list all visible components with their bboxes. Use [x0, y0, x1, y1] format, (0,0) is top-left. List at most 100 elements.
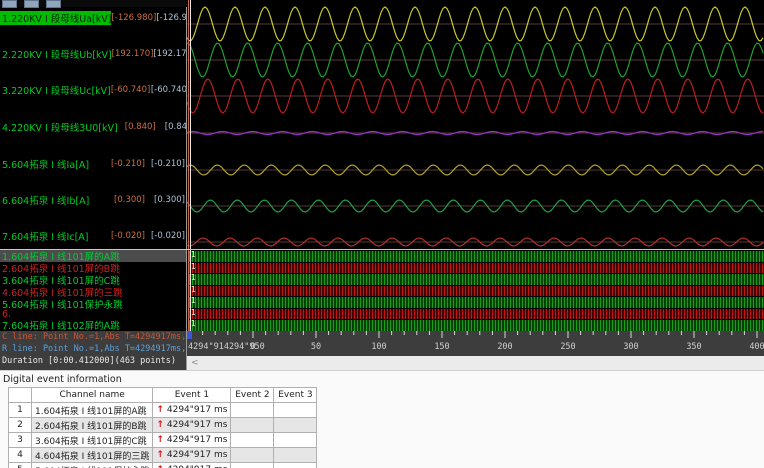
event3-cell	[273, 447, 318, 463]
channel-label[interactable]: 2.220KV I 段母线Ub[kV]	[0, 47, 112, 61]
digital-trace[interactable]: 1	[189, 250, 764, 262]
channel-label[interactable]: 4.220KV I 段母线3U0[kV]	[0, 120, 118, 134]
row-number: 5	[8, 462, 32, 468]
toolbar-button-2[interactable]	[24, 0, 40, 8]
rising-edge-icon: ↑	[156, 450, 164, 460]
digital-trace[interactable]: 1	[189, 319, 764, 331]
r-cursor-value: [0.300]	[154, 194, 185, 205]
ruler-time-label: 200	[497, 342, 512, 352]
ruler-time-label: 50	[311, 342, 321, 352]
oscillogram-panel: 1.220KV I 段母线Ua[kV][-126.980][-126.980] 2…	[0, 0, 764, 370]
c-cursor-line[interactable]	[188, 0, 189, 331]
event-time: 4294"917 ms	[166, 435, 228, 445]
event2-cell	[230, 402, 275, 418]
channel-label[interactable]: 6.604拓泉 I 线Ib[A]	[0, 193, 89, 207]
event2-cell	[230, 417, 275, 433]
table-row[interactable]: 55.604拓泉 I 线101保护永跳↑4294"917 ms	[8, 462, 318, 468]
analog-channel-row[interactable]: 6.604拓泉 I 线Ib[A] [0.300] [0.300]	[0, 193, 186, 207]
r-cursor-value: [0.840]	[164, 121, 187, 132]
c-cursor-value: [-60.740]	[110, 84, 151, 95]
analog-channel-row[interactable]: 4.220KV I 段母线3U0[kV] [0.840] [0.840]	[0, 120, 187, 134]
digital-channel-label[interactable]: 1.604拓泉 I 线101屏的A跳	[0, 250, 186, 262]
channel-label[interactable]: 5.604拓泉 I 线Ia[A]	[0, 157, 89, 171]
channel-name-cell: 4.604拓泉 I 线101屏的三跳	[30, 447, 154, 463]
event3-cell	[273, 432, 318, 448]
table-body: 1 1.604拓泉 I 线101屏的A跳 ↑ 4294"917 ms 2 2.604拓泉 …	[8, 402, 318, 468]
table-row[interactable]: 3 3.604拓泉 I 线101屏的C跳 ↑ 4294"917 ms	[8, 432, 318, 448]
analog-channel-row[interactable]: 5.604拓泉 I 线Ia[A] [-0.210] [-0.210]	[0, 157, 186, 171]
event-time: 4294"917 ms	[166, 450, 228, 460]
event1-cell: ↑4294"917 ms	[152, 432, 232, 448]
row-number: 4	[8, 447, 32, 463]
ruler-time-label: 300	[623, 342, 638, 352]
waveform-viewer-window: 1.220KV I 段母线Ua[kV][-126.980][-126.980] 2…	[0, 0, 764, 468]
digital-channel-label[interactable]: 4.604拓泉 I 线101屏的三跳	[0, 286, 186, 298]
ruler-time-label: 400	[749, 342, 764, 352]
digital-channel-label[interactable]: 5.604拓泉 I 线101保护永跳	[0, 298, 186, 310]
row-number-header	[8, 387, 32, 403]
digital-channel-label[interactable]: 6.	[0, 310, 186, 319]
r-cursor-line[interactable]	[190, 0, 191, 331]
digital-state-value: 1	[191, 319, 196, 329]
event-time: 4294"917 ms	[166, 420, 228, 430]
analog-channel-row[interactable]: 2.220KV I 段母线Ub[kV][192.170][192.170]	[0, 47, 187, 61]
analog-digital-separator	[0, 249, 764, 250]
digital-trace[interactable]: 1	[189, 296, 764, 308]
digital-trace[interactable]: 1	[189, 307, 764, 320]
event1-cell: ↑4294"917 ms	[152, 402, 232, 418]
time-ruler-ticks: 4294"914294"9500 50 100 150 200 250 300 350 400	[188, 331, 764, 352]
table-row[interactable]: 1 1.604拓泉 I 线101屏的A跳 ↑ 4294"917 ms	[8, 402, 318, 418]
event1-cell: ↑4294"917 ms	[152, 447, 232, 463]
toolbar-button-1[interactable]	[2, 0, 17, 8]
event1-cell: ↑4294"917 ms	[152, 462, 232, 468]
event2-cell	[230, 447, 275, 463]
ruler-time-label: 250	[560, 342, 575, 352]
channel-name-cell: 5.604拓泉 I 线101保护永跳	[30, 462, 154, 468]
channel-name-cell: 3.604拓泉 I 线101屏的C跳	[30, 432, 154, 448]
digital-trace[interactable]: 1	[189, 273, 764, 285]
digital-event-table: Channel name Event 1 Event 2 Event 3 1 1.604…	[8, 387, 318, 468]
column-header: Event 2	[230, 387, 275, 403]
scroll-left-arrow-icon[interactable]: <	[191, 358, 199, 368]
r-cursor-value: [192.170]	[153, 48, 187, 59]
analog-channel-row[interactable]: 3.220KV I 段母线Uc[kV] [-60.740] [-60.740]	[0, 83, 186, 97]
channel-label[interactable]: 7.604拓泉 I 线Ic[A]	[0, 229, 88, 243]
event-time: 4294"917 ms	[166, 405, 228, 415]
r-cursor-value: [-126.980]	[156, 12, 187, 23]
digital-state-value: 1	[191, 307, 196, 317]
duration-status: Duration [0:00.412000](463 points)	[2, 356, 176, 366]
digital-channel-label[interactable]: 7.604拓泉 I 线102屏的A跳	[0, 319, 186, 331]
event3-cell	[273, 402, 318, 418]
rising-edge-icon: ↑	[156, 405, 164, 415]
table-header: Channel name Event 1 Event 2 Event 3	[8, 387, 318, 403]
time-ruler[interactable]: 4294"914294"950 0 50 100 150 200 250 300 350 400	[187, 331, 764, 356]
row-number: 1	[8, 402, 32, 418]
table-row[interactable]: 2 2.604拓泉 I 线101屏的B跳 ↑ 4294"917 ms	[8, 417, 318, 433]
c-cursor-value: [0.840]	[124, 121, 156, 132]
event1-cell: ↑4294"917 ms	[152, 417, 232, 433]
channel-label[interactable]: 3.220KV I 段母线Uc[kV]	[0, 83, 111, 97]
c-cursor-value: [-126.980]	[111, 12, 157, 23]
analog-channel-row[interactable]: 7.604拓泉 I 线Ic[A] [-0.020] [-0.020]	[0, 229, 186, 243]
digital-state-value: 1	[191, 284, 196, 294]
cursor-position-marker[interactable]	[187, 331, 192, 339]
table-row[interactable]: 4 4.604拓泉 I 线101屏的三跳 ↑ 4294"917 ms	[8, 447, 318, 463]
digital-trace[interactable]: 1	[189, 284, 764, 297]
ruler-time-label: 100	[371, 342, 386, 352]
waveform-plot-area[interactable]: 1111111 4294"914294"950 0 50 100 150 200 250 30…	[187, 0, 764, 370]
digital-traces[interactable]: 1111111	[187, 250, 764, 331]
toolbar-button-3[interactable]	[46, 0, 62, 8]
analog-channel-row[interactable]: 1.220KV I 段母线Ua[kV][-126.980][-126.980]	[0, 10, 187, 25]
horizontal-scrollbar[interactable]: <	[187, 356, 764, 370]
c-cursor-status: C line: Point No.=1,Abs T=4294917ms, Rel…	[2, 332, 186, 342]
digital-channel-label[interactable]: 2.604拓泉 I 线101屏的B跳	[0, 262, 186, 274]
digital-channel-label[interactable]: 3.604拓泉 I 线101屏的C跳	[0, 274, 186, 286]
analog-waveforms[interactable]	[187, 0, 764, 250]
digital-state-value: 1	[191, 296, 196, 306]
channel-name-cell: 1.604拓泉 I 线101屏的A跳	[30, 402, 154, 418]
digital-state-value: 1	[191, 273, 196, 283]
row-number: 2	[8, 417, 32, 433]
digital-trace[interactable]: 1	[189, 262, 764, 274]
toolbar	[0, 0, 187, 8]
column-header: Channel name	[30, 387, 154, 403]
